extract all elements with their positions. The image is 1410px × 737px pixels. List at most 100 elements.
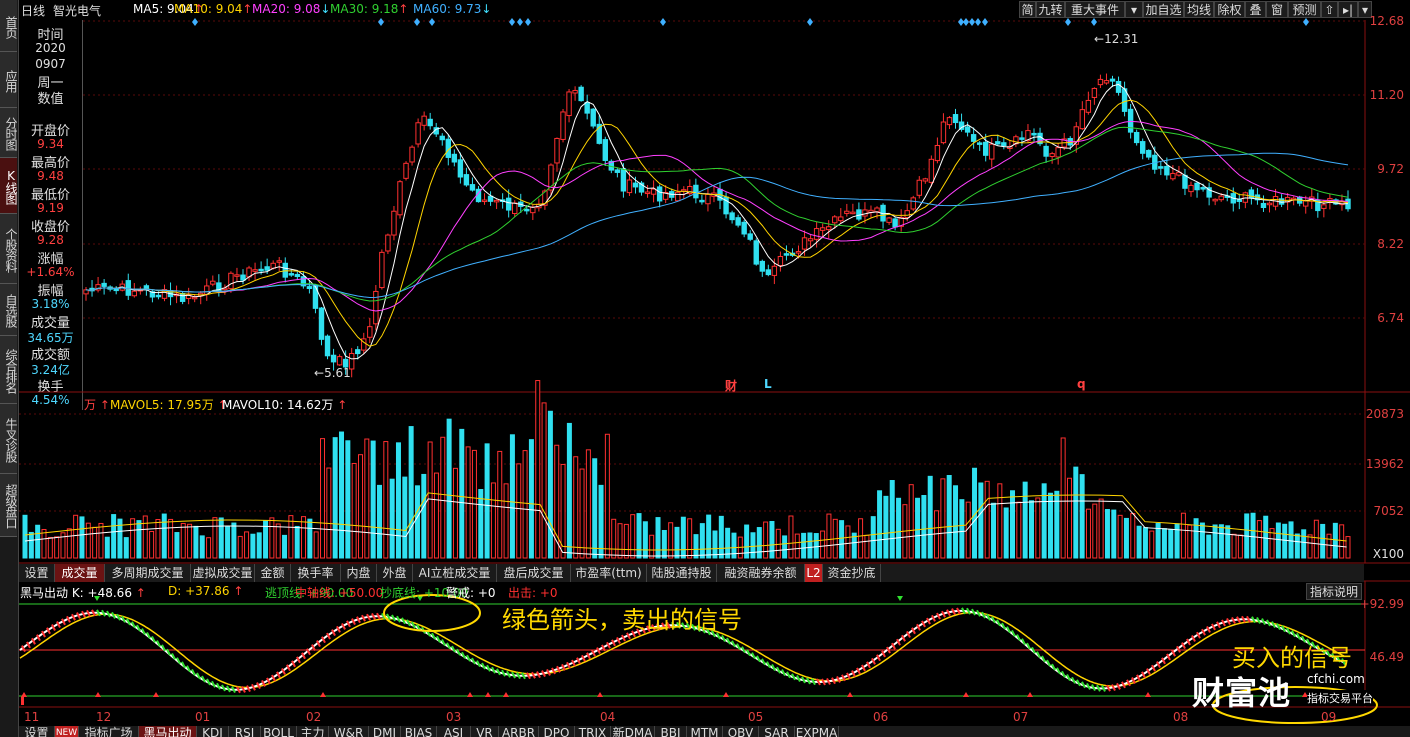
indicator-tab[interactable]: OBV	[723, 726, 759, 737]
indicator-tab[interactable]: 主力	[297, 726, 329, 737]
signal-tick	[351, 618, 356, 626]
volume-bar	[509, 434, 515, 559]
signal-tick	[546, 668, 551, 676]
signal-tick	[1046, 659, 1051, 667]
indicator-tab[interactable]: BBI	[655, 726, 687, 737]
volume-bar	[351, 462, 357, 559]
month-tick: 05	[748, 710, 764, 724]
indicator-tab[interactable]: 新DMA	[611, 726, 655, 737]
buy-arrow-icon	[21, 692, 27, 697]
indicator-tab[interactable]: 指标广场	[79, 726, 139, 737]
candle-body	[644, 191, 651, 195]
volume-bar	[370, 440, 376, 559]
candle-body	[1103, 80, 1110, 84]
volume-bar	[307, 518, 313, 559]
volume-bar	[820, 530, 826, 559]
indicator-help-button[interactable]: 指标说明	[1306, 583, 1363, 600]
volume-tab[interactable]: 成交量	[55, 564, 105, 582]
indicator-tab[interactable]: TRIX	[575, 726, 611, 737]
indicator-tab[interactable]: ASI	[437, 726, 471, 737]
watermark-site: cfchi.com	[1307, 672, 1365, 686]
volume-tab[interactable]: 市盈率(ttm)	[571, 564, 647, 582]
price-tick: 6.74	[1377, 311, 1404, 325]
candle-body	[801, 237, 808, 250]
volume-bar	[149, 530, 155, 559]
indicator-tab[interactable]: EXPMA	[795, 726, 839, 737]
volume-tab[interactable]: 外盘	[377, 564, 413, 582]
volume-tab[interactable]: 多周期成交量	[105, 564, 191, 582]
indicator-tab[interactable]: VR	[471, 726, 499, 737]
candle-body	[765, 269, 772, 276]
volume-bar	[1111, 509, 1117, 559]
indicator-tab[interactable]: BOLL	[261, 726, 297, 737]
indicator-tab[interactable]: MTM	[687, 726, 723, 737]
event-mark[interactable]: L	[764, 377, 772, 391]
volume-bar	[763, 521, 769, 559]
signal-tick	[1266, 619, 1271, 627]
volume-tab[interactable]: 盘后成交量	[497, 564, 571, 582]
volume-bar	[1022, 481, 1028, 559]
volume-tab[interactable]: 内盘	[341, 564, 377, 582]
indicator-tab[interactable]: 设置	[19, 726, 55, 737]
candle-body	[1146, 149, 1152, 158]
signal-tick	[206, 678, 211, 686]
signal-tick	[981, 611, 986, 619]
month-tick: 12	[96, 710, 112, 724]
signal-tick	[536, 671, 541, 679]
candle-body	[735, 217, 741, 226]
candle-body	[590, 108, 596, 127]
volume-bar	[889, 480, 895, 559]
indicator-tab[interactable]: NEW	[55, 726, 79, 737]
volume-bar	[1256, 520, 1262, 559]
indicator-tab[interactable]: SAR	[759, 726, 795, 737]
volume-legend-label: MAVOL5: 17.95万	[110, 398, 214, 412]
volume-bar	[649, 534, 655, 559]
volume-tab[interactable]: 陆股通持股	[647, 564, 717, 582]
volume-tab[interactable]: 融资融券余额	[717, 564, 805, 582]
volume-tab[interactable]: 虚拟成交量	[191, 564, 255, 582]
volume-tab[interactable]: AI立桩成交量	[413, 564, 497, 582]
candle-body	[1188, 184, 1194, 193]
volume-bar	[1263, 515, 1269, 559]
volume-tab[interactable]: 金额	[255, 564, 291, 582]
event-mark[interactable]: q	[1077, 377, 1086, 391]
indicator-tab[interactable]: W&R	[329, 726, 369, 737]
volume-bar	[1142, 527, 1148, 559]
low-price-mark: ←5.61	[314, 366, 351, 380]
signal-tick	[151, 635, 156, 643]
candle-body	[632, 182, 639, 188]
indicator-tab[interactable]: 黑马出动	[139, 726, 197, 737]
signal-tick	[356, 616, 361, 624]
indicator-tab[interactable]: BIAS	[401, 726, 437, 737]
signal-tick	[156, 640, 161, 648]
indicator-legend-label: D: +37.86	[168, 584, 230, 598]
volume-tab[interactable]: 换手率	[291, 564, 341, 582]
signal-tick	[946, 609, 951, 617]
indicator-tab[interactable]: RSI	[229, 726, 261, 737]
volume-bar	[256, 532, 262, 559]
volume-tab[interactable]: L2	[805, 564, 823, 582]
volume-bar	[630, 514, 636, 559]
volume-tab[interactable]: 设置	[19, 564, 55, 582]
signal-tick	[71, 613, 76, 621]
indicator-legend-item: 黑马出动 K: +48.66 ↑	[20, 584, 146, 601]
indicator-tab[interactable]: DPO	[539, 726, 575, 737]
signal-tick	[1291, 630, 1296, 638]
volume-bar	[1225, 525, 1231, 559]
volume-tab[interactable]: 资金抄底	[823, 564, 881, 582]
volume-bar	[718, 515, 724, 559]
volume-bar	[250, 533, 256, 559]
event-mark[interactable]: 财	[725, 377, 737, 394]
event-diamond-icon	[969, 18, 975, 26]
signal-tick	[976, 609, 981, 617]
volume-bar	[655, 517, 661, 559]
volume-bar	[47, 536, 53, 559]
indicator-tab[interactable]: KDJ	[197, 726, 229, 737]
signal-tick	[1051, 663, 1056, 671]
candle-body	[276, 260, 282, 263]
indicator-tab[interactable]: ARBR	[499, 726, 539, 737]
indicator-tab[interactable]: DMI	[369, 726, 401, 737]
signal-tick	[1261, 618, 1266, 625]
volume-bar	[1206, 534, 1212, 559]
candle-body	[970, 134, 977, 142]
